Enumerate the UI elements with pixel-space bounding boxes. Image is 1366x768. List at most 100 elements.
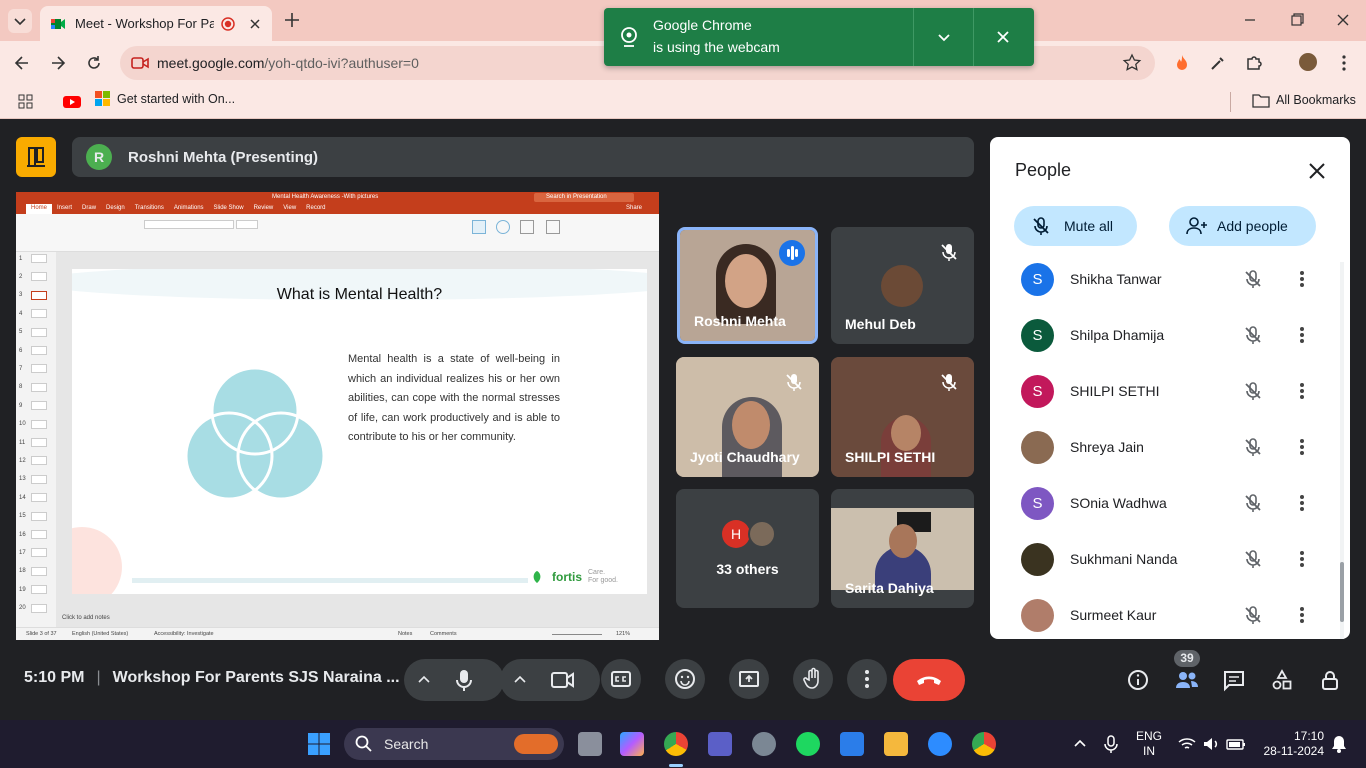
apps-grid-icon[interactable] bbox=[17, 93, 35, 111]
host-controls-lock-icon[interactable] bbox=[1318, 668, 1342, 692]
leave-call-button[interactable] bbox=[893, 659, 965, 701]
ppt-search-box[interactable]: Search in Presentation bbox=[534, 193, 634, 202]
show-hidden-icons-chevron[interactable] bbox=[1071, 734, 1089, 752]
chrome-taskbar-icon[interactable] bbox=[664, 732, 688, 756]
slide-thumbnail[interactable]: 1 bbox=[19, 254, 47, 263]
extensions-puzzle-icon[interactable] bbox=[1244, 53, 1264, 73]
volume-icon[interactable] bbox=[1202, 735, 1220, 753]
participant-tile[interactable]: Mehul Deb bbox=[831, 227, 974, 344]
audio-options-chevron-icon[interactable] bbox=[414, 670, 434, 690]
more-vert-icon[interactable] bbox=[1295, 548, 1309, 570]
ribbon-tab[interactable]: Design bbox=[101, 204, 130, 214]
status-accessibility[interactable]: Accessibility: Investigate bbox=[154, 631, 214, 637]
reactions-button[interactable] bbox=[665, 659, 705, 699]
file-explorer-icon[interactable] bbox=[884, 732, 908, 756]
slide-thumbnail[interactable]: 8 bbox=[19, 382, 47, 392]
close-window-icon[interactable] bbox=[1333, 10, 1353, 30]
zoom-slider[interactable] bbox=[552, 634, 602, 635]
slide-thumbnail[interactable]: 13 bbox=[19, 474, 47, 484]
participant-tile[interactable]: Sarita Dahiya bbox=[831, 489, 974, 608]
tab-search-button[interactable] bbox=[8, 9, 32, 33]
activities-icon[interactable] bbox=[1270, 668, 1294, 692]
ribbon-tab[interactable]: Draw bbox=[77, 204, 101, 214]
more-vert-icon[interactable] bbox=[1295, 268, 1309, 290]
close-tab-icon[interactable] bbox=[247, 16, 262, 32]
slide-thumbnail[interactable]: 19 bbox=[19, 585, 47, 595]
participant-list-item[interactable]: Sukhmani Nanda bbox=[990, 531, 1330, 587]
meeting-info-icon[interactable] bbox=[1126, 668, 1150, 692]
participant-list-item[interactable]: Surmeet Kaur bbox=[990, 587, 1330, 639]
eyedropper-icon[interactable] bbox=[1208, 53, 1228, 73]
restore-icon[interactable] bbox=[1287, 10, 1307, 30]
clock[interactable]: 17:10 28-11-2024 bbox=[1254, 729, 1325, 759]
teams-icon[interactable] bbox=[708, 732, 732, 756]
microphone-tray-icon[interactable] bbox=[1102, 734, 1120, 754]
slide-thumbnail[interactable]: 3 bbox=[19, 290, 47, 300]
ribbon-tab[interactable]: Transitions bbox=[130, 204, 169, 214]
notification-bell-icon[interactable] bbox=[1330, 734, 1348, 754]
ribbon-tab[interactable]: Animations bbox=[169, 204, 209, 214]
participant-list-item[interactable]: S SOnia Wadhwa bbox=[990, 475, 1330, 531]
presenter-layout-button[interactable] bbox=[16, 137, 56, 177]
wifi-icon[interactable] bbox=[1178, 735, 1196, 753]
mic-off-icon[interactable] bbox=[1242, 548, 1264, 570]
chat-icon[interactable] bbox=[1222, 668, 1246, 692]
participant-tile-others[interactable]: H 33 others bbox=[676, 489, 819, 608]
mic-off-icon[interactable] bbox=[1242, 492, 1264, 514]
more-options-button[interactable] bbox=[847, 659, 887, 699]
chrome-profile-icon[interactable] bbox=[972, 732, 996, 756]
scrollbar-track[interactable] bbox=[1340, 262, 1344, 639]
bookmark-star-icon[interactable] bbox=[1122, 53, 1142, 73]
mic-off-icon[interactable] bbox=[1242, 604, 1264, 626]
arrange-tool-icon[interactable] bbox=[546, 220, 560, 234]
spotify-icon[interactable] bbox=[796, 732, 820, 756]
slide-thumbnail[interactable]: 18 bbox=[19, 566, 47, 576]
language-indicator[interactable]: ENG IN bbox=[1136, 729, 1162, 759]
all-bookmarks-button[interactable]: All Bookmarks bbox=[1252, 92, 1356, 108]
slide-thumbnail[interactable]: 15 bbox=[19, 511, 47, 521]
youtube-icon[interactable] bbox=[62, 93, 82, 111]
microphone-button[interactable] bbox=[444, 660, 484, 700]
reload-icon[interactable] bbox=[84, 53, 104, 73]
add-people-button[interactable]: Add people bbox=[1169, 206, 1316, 246]
chrome-menu-icon[interactable] bbox=[1334, 53, 1354, 73]
participant-list-item[interactable]: S Shilpa Dhamija bbox=[990, 307, 1330, 363]
notes-prompt[interactable]: Click to add notes bbox=[62, 615, 110, 621]
participant-list-item[interactable]: S Shikha Tanwar bbox=[990, 262, 1330, 307]
slide-thumbnail[interactable]: 20 bbox=[19, 603, 47, 613]
mic-off-icon[interactable] bbox=[1242, 324, 1264, 346]
settings-gear-icon[interactable] bbox=[752, 732, 776, 756]
more-vert-icon[interactable] bbox=[1295, 324, 1309, 346]
textbox-tool-icon[interactable] bbox=[520, 220, 534, 234]
more-vert-icon[interactable] bbox=[1295, 436, 1309, 458]
bookmark-get-started[interactable]: Get started with On... bbox=[95, 91, 235, 107]
more-vert-icon[interactable] bbox=[1295, 380, 1309, 402]
close-icon[interactable] bbox=[993, 27, 1013, 47]
store-icon[interactable] bbox=[840, 732, 864, 756]
forward-icon[interactable] bbox=[48, 53, 68, 73]
slide-thumbnail[interactable]: 7 bbox=[19, 364, 47, 374]
slide-thumbnail[interactable]: 6 bbox=[19, 346, 47, 355]
mute-all-button[interactable]: Mute all bbox=[1014, 206, 1137, 246]
battery-icon[interactable] bbox=[1226, 735, 1246, 753]
slide-thumbnail[interactable]: 17 bbox=[19, 548, 47, 558]
captions-button[interactable] bbox=[601, 659, 641, 699]
slide-thumbnail[interactable]: 14 bbox=[19, 493, 47, 503]
slide-thumbnail[interactable]: 12 bbox=[19, 456, 47, 466]
zoom-icon[interactable] bbox=[928, 732, 952, 756]
status-comments[interactable]: Comments bbox=[430, 631, 457, 637]
slide-thumbnail[interactable]: 9 bbox=[19, 401, 47, 411]
ribbon-tab[interactable]: Insert bbox=[52, 204, 77, 214]
chevron-down-icon[interactable] bbox=[934, 27, 954, 47]
back-icon[interactable] bbox=[12, 53, 32, 73]
close-icon[interactable] bbox=[1306, 160, 1328, 182]
ribbon-tab[interactable]: Record bbox=[301, 204, 330, 214]
font-name-box[interactable] bbox=[144, 220, 234, 229]
slide-thumbnail[interactable]: 11 bbox=[19, 438, 47, 447]
ribbon-tab[interactable]: Home bbox=[26, 204, 53, 214]
mic-off-icon[interactable] bbox=[1242, 380, 1264, 402]
status-zoom[interactable]: 121% bbox=[616, 631, 630, 637]
participant-list-item[interactable]: S SHILPI SETHI bbox=[990, 363, 1330, 419]
task-view-icon[interactable] bbox=[578, 732, 602, 756]
people-button[interactable]: 39 bbox=[1166, 650, 1208, 710]
